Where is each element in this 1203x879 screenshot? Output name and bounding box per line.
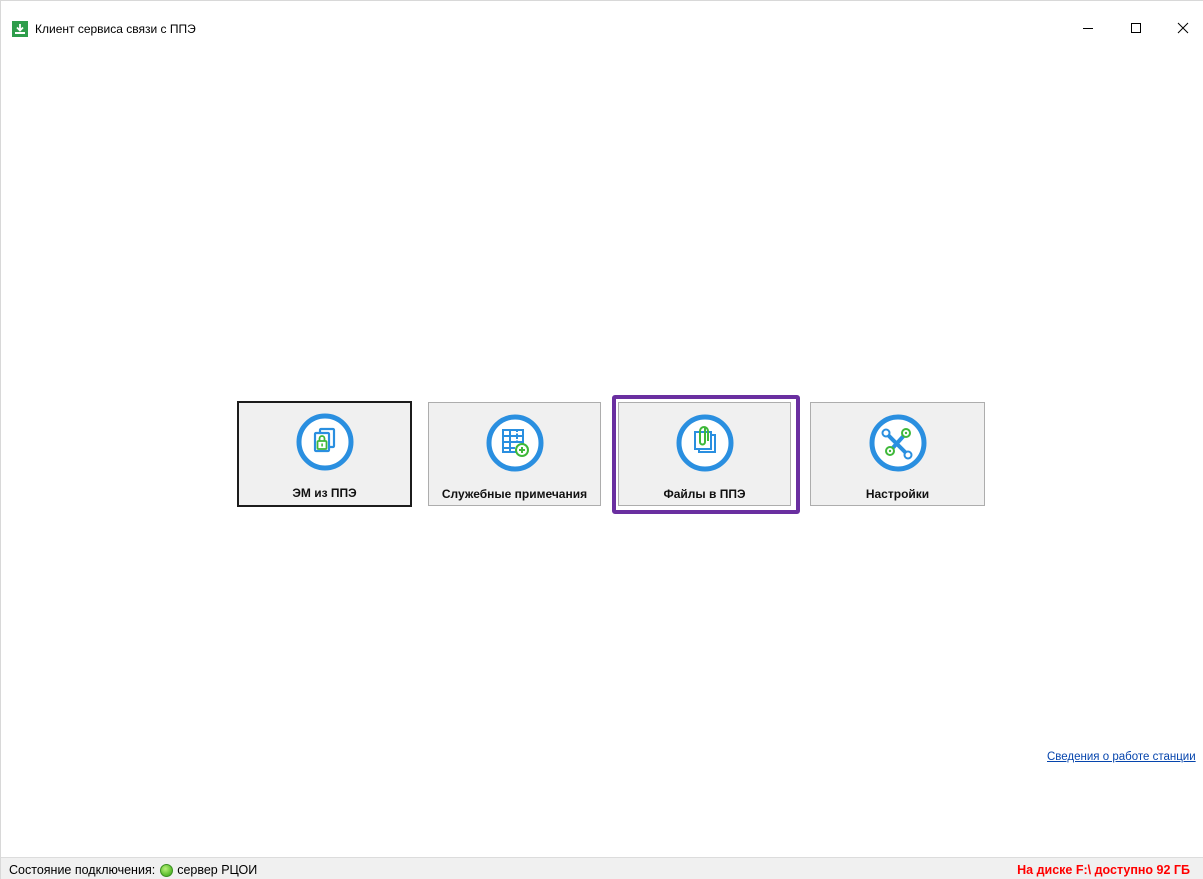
- paperclip-files-icon: [675, 413, 735, 473]
- files-to-ppe-button[interactable]: Файлы в ППЭ: [618, 402, 791, 506]
- maximize-icon: [1130, 21, 1142, 39]
- table-add-icon: [485, 413, 545, 473]
- download-icon: [12, 21, 28, 37]
- connection-label: Состояние подключения:: [9, 863, 156, 877]
- app-window: Клиент сервиса связи с ППЭ ЭМ из ППЭ Слу…: [0, 0, 1203, 879]
- server-label: сервер РЦОИ: [177, 863, 258, 877]
- em-from-ppe-button[interactable]: ЭМ из ППЭ: [237, 401, 412, 507]
- tile-label: Служебные примечания: [441, 487, 588, 501]
- resize-grip-icon[interactable]: [1196, 872, 1202, 878]
- minimize-icon: [1082, 21, 1094, 39]
- title-bar[interactable]: Клиент сервиса связи с ППЭ: [1, 1, 1203, 37]
- tile-label: Настройки: [865, 487, 930, 501]
- tile-label: ЭМ из ППЭ: [292, 486, 357, 500]
- service-notes-button[interactable]: Служебные примечания: [428, 402, 601, 506]
- station-info-link[interactable]: Сведения о работе станции: [1047, 751, 1203, 763]
- locked-documents-icon: [295, 412, 355, 472]
- window-title: Клиент сервиса связи с ППЭ: [35, 22, 196, 36]
- minimize-button[interactable]: [1073, 15, 1103, 45]
- close-button[interactable]: [1168, 15, 1198, 45]
- connection-indicator-icon: [160, 863, 174, 877]
- close-icon: [1177, 21, 1189, 39]
- status-bar: Состояние подключения: сервер РЦОИ На ди…: [1, 857, 1203, 879]
- tile-label: Файлы в ППЭ: [663, 487, 746, 501]
- connection-status: Состояние подключения: сервер РЦОИ: [9, 863, 257, 877]
- settings-button[interactable]: Настройки: [810, 402, 985, 506]
- disk-space-info: На диске F:\ доступно 92 ГБ: [1017, 863, 1190, 877]
- wrench-gears-icon: [868, 413, 928, 473]
- maximize-button[interactable]: [1121, 15, 1151, 45]
